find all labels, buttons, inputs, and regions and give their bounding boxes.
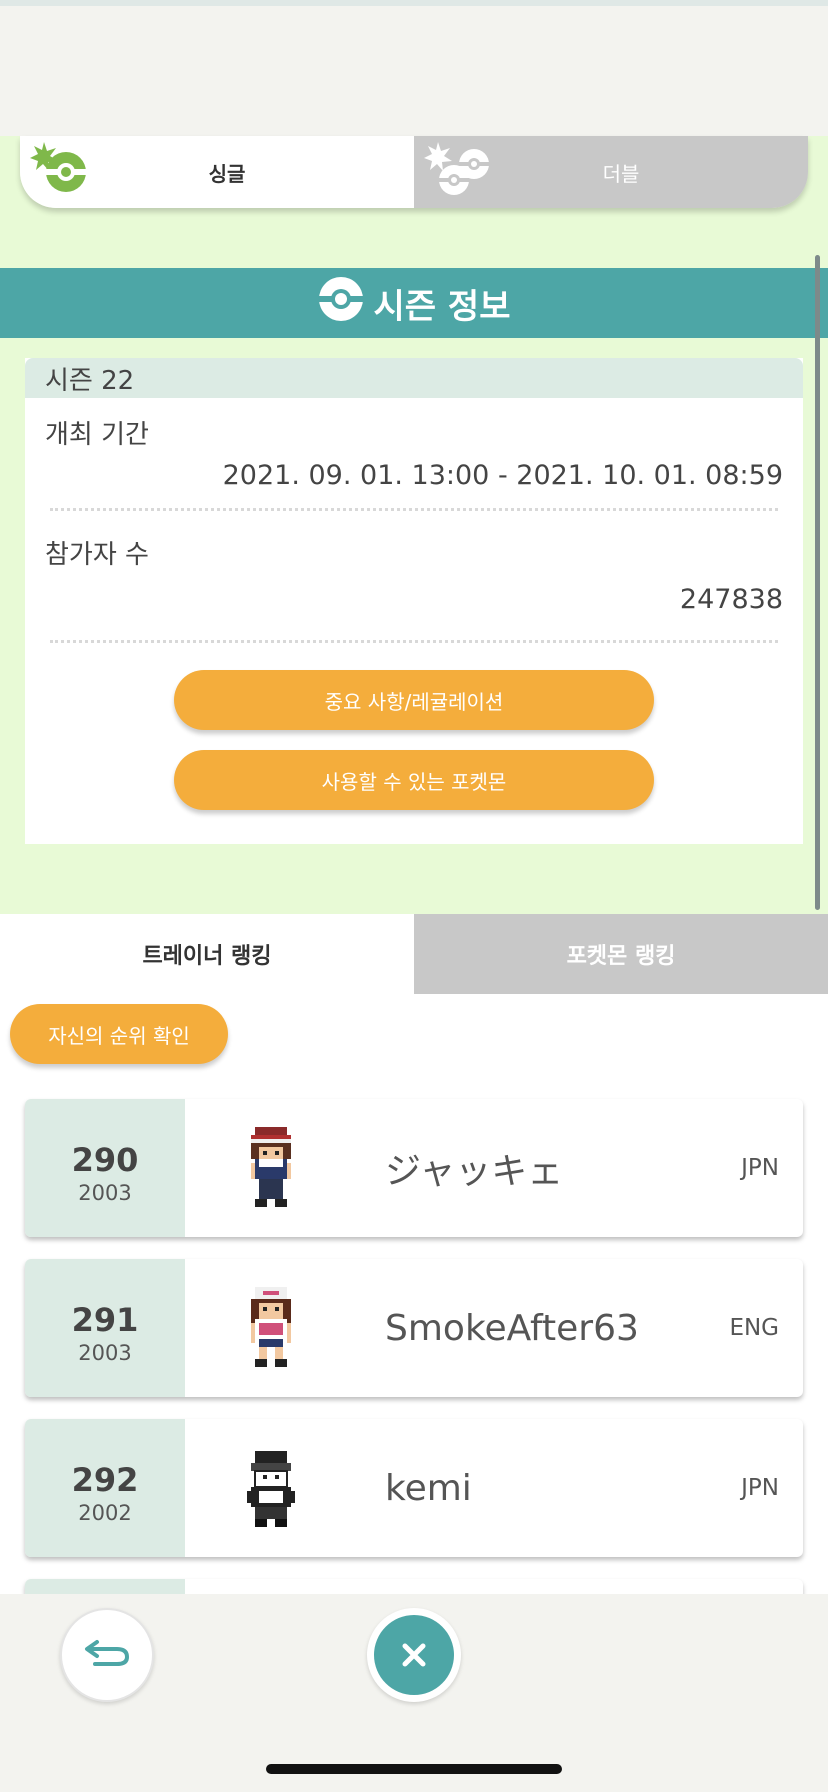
trainer-hilbert-icon xyxy=(235,1127,307,1207)
tab-trainer-ranking[interactable]: 트레이너 랭킹 xyxy=(0,914,414,994)
single-battle-label: 싱글 xyxy=(208,161,246,186)
pokeball-icon xyxy=(317,276,364,331)
rank-rating: 2003 xyxy=(78,1341,132,1365)
available-pokemon-button[interactable]: 사용할 수 있는 포켓몬 xyxy=(174,750,654,810)
trainer-name: ジャッキェ xyxy=(385,1151,564,1192)
trainer-language: JPN xyxy=(741,1155,779,1181)
trainer-name: kemi xyxy=(385,1467,472,1509)
participants-value: 247838 xyxy=(679,584,783,615)
trainer-language: ENG xyxy=(729,1315,779,1341)
rank-number: 290 xyxy=(71,1141,139,1179)
trainer-name: SmokeAfter63 xyxy=(385,1307,639,1349)
season-info-title: 시즌 정보 xyxy=(373,286,511,327)
home-indicator[interactable] xyxy=(266,1764,562,1774)
double-battle-tab[interactable]: 더블 xyxy=(414,136,808,208)
single-battle-icon xyxy=(30,140,92,201)
battle-type-toggle: 싱글 더블 xyxy=(20,136,808,208)
double-battle-label: 더블 xyxy=(602,161,640,186)
period-label: 개최 기간 xyxy=(45,420,149,450)
back-arrow-icon xyxy=(83,1638,131,1672)
rank-column: 290 2003 xyxy=(25,1099,185,1237)
trainer-red-icon xyxy=(235,1447,307,1527)
ranking-tabs: 트레이너 랭킹 포켓몬 랭킹 xyxy=(0,914,828,994)
period-value: 2021. 09. 01. 13:00 - 2021. 10. 01. 08:5… xyxy=(222,460,783,491)
season-info-card: 시즌 22 개최 기간 2021. 09. 01. 13:00 - 2021. … xyxy=(25,358,803,844)
ranking-row[interactable]: 290 2003 ジャッキェ JPN xyxy=(25,1099,803,1237)
season-info-header: 시즌 정보 xyxy=(0,268,828,338)
tab-pokemon-ranking[interactable]: 포켓몬 랭킹 xyxy=(414,914,828,994)
top-spacer xyxy=(0,6,828,136)
rank-number: 291 xyxy=(71,1301,139,1339)
trainer-language: JPN xyxy=(741,1475,779,1501)
rank-number: 292 xyxy=(71,1461,139,1499)
rank-column: 292 2002 xyxy=(25,1419,185,1557)
single-battle-tab[interactable]: 싱글 xyxy=(20,136,414,208)
rank-column: 291 2003 xyxy=(25,1259,185,1397)
double-battle-icon xyxy=(424,140,494,203)
ranking-row[interactable]: 291 2003 SmokeAfter63 ENG xyxy=(25,1259,803,1397)
season-number-label: 시즌 22 xyxy=(25,358,803,398)
rules-regulation-button[interactable]: 중요 사항/레귤레이션 xyxy=(174,670,654,730)
close-button[interactable] xyxy=(367,1608,461,1702)
divider xyxy=(50,640,778,643)
rank-rating: 2002 xyxy=(78,1501,132,1525)
rank-rating: 2003 xyxy=(78,1181,132,1205)
close-x-icon xyxy=(374,1615,454,1695)
check-my-rank-button[interactable]: 자신의 순위 확인 xyxy=(10,1004,228,1064)
participants-label: 참가자 수 xyxy=(45,540,149,570)
divider xyxy=(50,508,778,511)
scrollbar[interactable] xyxy=(815,255,820,910)
back-button[interactable] xyxy=(60,1608,154,1702)
ranking-row[interactable]: 292 2002 kemi JPN xyxy=(25,1419,803,1557)
trainer-hilda-icon xyxy=(235,1287,307,1367)
